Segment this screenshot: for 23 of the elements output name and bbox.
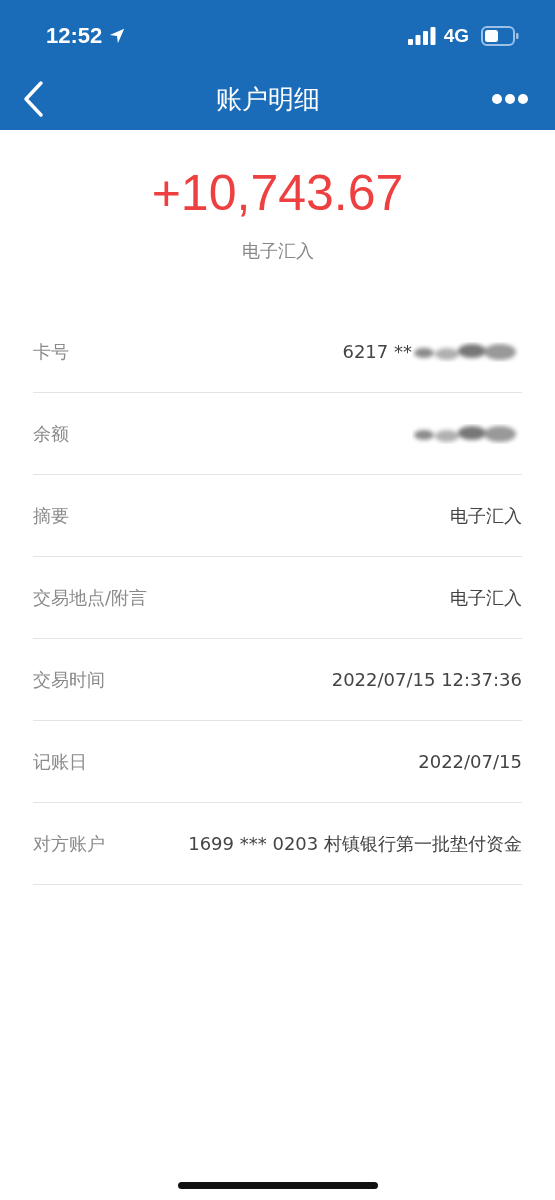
network-label: 4G <box>443 25 469 47</box>
page-title: 账户明细 <box>215 82 320 116</box>
field-value: 2022/07/15 <box>418 751 522 772</box>
more-button[interactable] <box>491 93 529 105</box>
field-value: 电子汇入 <box>450 585 522 610</box>
field-label: 交易地点/附言 <box>33 585 148 610</box>
signal-icon <box>407 27 436 45</box>
battery-icon <box>481 26 519 46</box>
field-label: 卡号 <box>33 339 69 364</box>
field-value: 电子汇入 <box>450 503 522 528</box>
field-label: 摘要 <box>33 503 69 528</box>
field-label: 记账日 <box>33 749 87 774</box>
field-value: 6217 ** <box>342 341 412 362</box>
transaction-amount: +10,743.67 <box>151 166 404 221</box>
location-arrow-icon <box>108 27 127 45</box>
field-label: 余额 <box>33 421 69 446</box>
field-label: 交易时间 <box>33 667 105 692</box>
field-label: 对方账户 <box>33 831 105 856</box>
transaction-type: 电子汇入 <box>241 239 314 263</box>
field-value: 2022/07/15 12:37:36 <box>331 669 522 690</box>
field-value: 1699 *** 0203 村镇银行第一批垫付资金 <box>188 831 522 856</box>
back-button[interactable] <box>22 80 44 118</box>
status-time: 12:52 <box>46 23 103 49</box>
